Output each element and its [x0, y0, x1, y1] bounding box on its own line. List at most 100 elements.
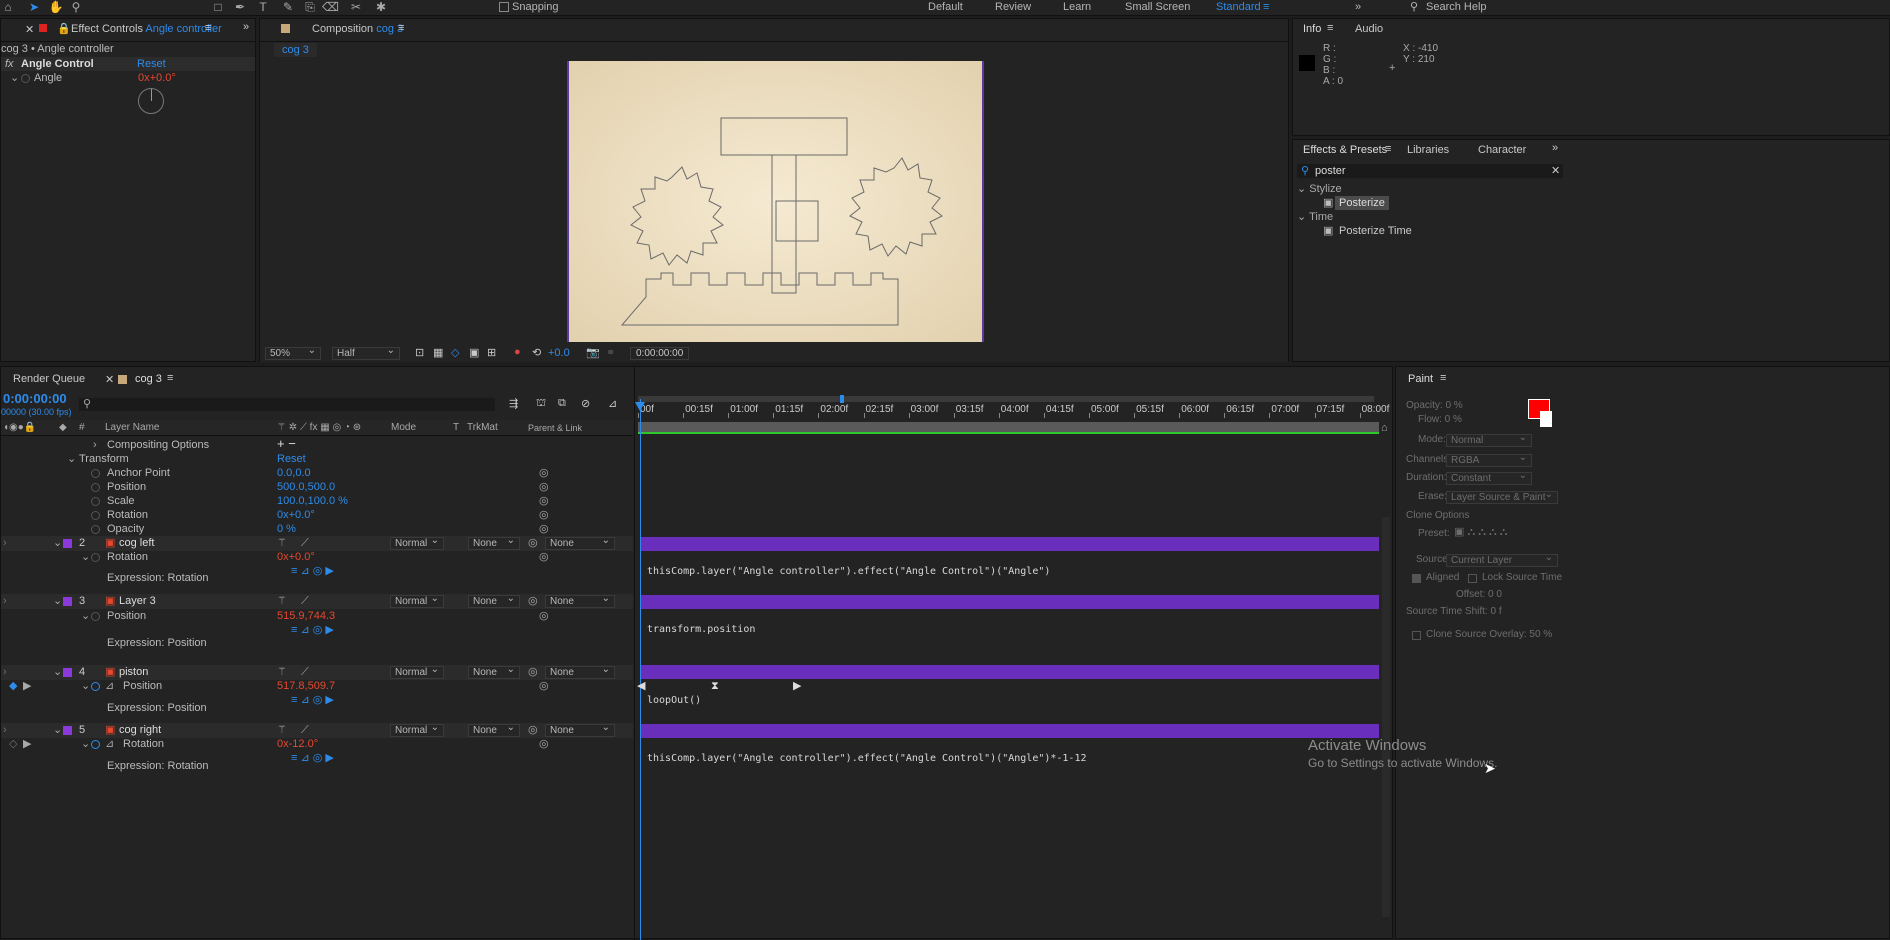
- layer-row-layer-3[interactable]: › ⌄ 3 ▣ Layer 3 ⚚ ⟋ Normal None ◎ None: [1, 593, 633, 609]
- channels-icon[interactable]: ●: [514, 346, 521, 358]
- zoom-tool-icon[interactable]: ⚲: [68, 0, 84, 15]
- timeline-search-input[interactable]: ⚲: [79, 398, 495, 411]
- pickwhip-icon[interactable]: ◎: [539, 480, 549, 494]
- pickwhip-icon[interactable]: ◎: [528, 723, 538, 737]
- expand-panels-icon[interactable]: »: [1552, 142, 1558, 154]
- roto-tool-icon[interactable]: ✂: [348, 0, 364, 15]
- zoom-dropdown[interactable]: 50%: [265, 345, 321, 360]
- visibility-icon[interactable]: ›: [3, 723, 7, 737]
- next-keyframe-icon[interactable]: ▶: [23, 679, 31, 693]
- chevron-down-icon[interactable]: ⌄: [81, 609, 90, 623]
- frame-blending-icon[interactable]: ⊘: [581, 397, 590, 410]
- parent-dropdown[interactable]: None: [545, 593, 615, 608]
- graph-icon[interactable]: ⊿: [105, 737, 114, 751]
- stopwatch-icon[interactable]: [91, 483, 100, 492]
- eraser-tool-icon[interactable]: ⌫: [322, 0, 339, 15]
- transform-prop-value[interactable]: 0.0,0.0: [277, 466, 311, 480]
- pickwhip-icon[interactable]: ◎: [539, 609, 549, 623]
- panel-menu-icon[interactable]: ≡: [1440, 372, 1446, 384]
- region-icon[interactable]: ⊡: [415, 346, 424, 359]
- quality-switch-icon[interactable]: ⟋: [301, 723, 309, 737]
- quality-switch-icon[interactable]: ⟋: [301, 594, 309, 608]
- layer-row-cog-right[interactable]: › ⌄ 5 ▣ cog right ⚚ ⟋ Normal None ◎ None: [1, 722, 633, 738]
- visibility-icon[interactable]: ›: [3, 594, 7, 608]
- paint-mode-dropdown[interactable]: Normal: [1446, 432, 1532, 447]
- chevron-down-icon[interactable]: ⌄: [53, 665, 62, 679]
- grid-icon[interactable]: ⊞: [487, 346, 496, 359]
- effects-presets-tab[interactable]: Effects & Presets: [1303, 144, 1387, 156]
- search-help-field[interactable]: Search Help: [1426, 0, 1487, 14]
- mode-dropdown[interactable]: Normal: [390, 664, 444, 679]
- quality-switch-icon[interactable]: ⟋: [301, 536, 309, 550]
- effect-controls-tab[interactable]: Effect Controls Angle controller: [71, 23, 222, 35]
- hand-tool-icon[interactable]: ✋: [48, 0, 64, 15]
- quality-switch-icon[interactable]: ⟋: [301, 665, 309, 679]
- expression-text[interactable]: loopOut(): [647, 695, 701, 706]
- prop-value[interactable]: 0x+0.0°: [277, 550, 315, 564]
- pickwhip-icon[interactable]: ◎: [539, 737, 549, 751]
- next-keyframe-icon[interactable]: ▶: [23, 737, 31, 751]
- duration-dropdown[interactable]: Constant: [1446, 470, 1532, 485]
- libraries-tab[interactable]: Libraries: [1407, 144, 1449, 156]
- comp-timecode[interactable]: 0:00:00:00: [630, 347, 690, 360]
- search-icon[interactable]: ⚲: [1410, 0, 1418, 14]
- label-color[interactable]: [63, 726, 72, 735]
- trkmat-dropdown[interactable]: None: [468, 722, 520, 737]
- exposure-value[interactable]: +0.0: [548, 347, 570, 359]
- pickwhip-icon[interactable]: ◎: [528, 536, 538, 550]
- label-color[interactable]: [63, 597, 72, 606]
- label-color[interactable]: [63, 539, 72, 548]
- paint-tab[interactable]: Paint: [1408, 373, 1433, 385]
- chevron-down-icon[interactable]: ⌄: [53, 594, 62, 608]
- pickwhip-icon[interactable]: ◎: [539, 494, 549, 508]
- character-tab[interactable]: Character: [1478, 144, 1526, 156]
- resolution-dropdown[interactable]: Half: [332, 345, 400, 360]
- chevron-down-icon[interactable]: ⌄: [81, 737, 90, 751]
- info-tab[interactable]: Info: [1303, 23, 1321, 35]
- guides-icon[interactable]: ▣: [469, 346, 479, 359]
- angle-dial[interactable]: [138, 88, 164, 114]
- expression-controls-icon[interactable]: ≡ ⊿ ◎ ▶: [291, 693, 334, 707]
- lock-source-checkbox[interactable]: [1468, 574, 1477, 583]
- type-tool-icon[interactable]: T: [255, 0, 271, 15]
- graph-editor-icon[interactable]: ⊿: [608, 397, 617, 410]
- stopwatch-icon[interactable]: [91, 469, 100, 478]
- panel-menu-icon[interactable]: ≡: [1385, 143, 1391, 155]
- expression-text[interactable]: thisComp.layer("Angle controller").effec…: [647, 753, 1087, 764]
- clone-overlay-checkbox[interactable]: [1412, 631, 1421, 640]
- stopwatch-icon[interactable]: [91, 497, 100, 506]
- chevron-down-icon[interactable]: ⌄: [10, 71, 19, 85]
- stopwatch-icon[interactable]: [91, 740, 100, 749]
- parent-dropdown[interactable]: None: [545, 722, 615, 737]
- selection-tool-icon[interactable]: ➤: [26, 0, 42, 15]
- pickwhip-icon[interactable]: ◎: [539, 522, 549, 536]
- mode-dropdown[interactable]: Normal: [390, 535, 444, 550]
- close-icon[interactable]: ✕: [25, 23, 34, 36]
- source-dropdown[interactable]: Current Layer: [1446, 552, 1558, 567]
- chevron-down-icon[interactable]: ⌄: [81, 550, 90, 564]
- timeline-comp-tab[interactable]: cog 3: [135, 373, 162, 385]
- snapshot-icon[interactable]: 📷: [586, 346, 600, 359]
- rectangle-tool-icon[interactable]: □: [210, 0, 226, 15]
- snapping-checkbox[interactable]: [499, 2, 509, 12]
- visibility-icon[interactable]: ›: [3, 665, 7, 679]
- comp-viewer[interactable]: [567, 61, 984, 342]
- layer-row-cog-left[interactable]: › ⌄ 2 ▣ cog left ⚚ ⟋ Normal None ◎ None: [1, 535, 633, 551]
- layer-name[interactable]: Layer 3: [119, 594, 156, 608]
- stopwatch-icon[interactable]: [91, 612, 100, 621]
- clear-search-icon[interactable]: ✕: [1551, 164, 1560, 178]
- comp-subtab[interactable]: cog 3: [274, 43, 317, 57]
- pickwhip-icon[interactable]: ◎: [539, 466, 549, 480]
- layer-duration-bar[interactable]: [641, 595, 1379, 609]
- transform-prop-value[interactable]: 100.0,100.0 %: [277, 494, 348, 508]
- more-workspaces-icon[interactable]: »: [1355, 0, 1361, 14]
- chevron-down-icon[interactable]: ⌄: [81, 679, 90, 693]
- comp-mini-flowchart-icon[interactable]: ⇶: [509, 397, 518, 410]
- puppet-tool-icon[interactable]: ✱: [373, 0, 389, 15]
- layer-name[interactable]: cog right: [119, 723, 161, 737]
- stopwatch-icon[interactable]: [91, 525, 100, 534]
- layer-row-piston[interactable]: › ⌄ 4 ▣ piston ⚚ ⟋ Normal None ◎ None: [1, 664, 633, 680]
- prop-value[interactable]: 517.8,509.7: [277, 679, 335, 693]
- current-timecode[interactable]: 0:00:00:00: [3, 392, 67, 406]
- time-group[interactable]: ⌄ Time: [1297, 210, 1333, 224]
